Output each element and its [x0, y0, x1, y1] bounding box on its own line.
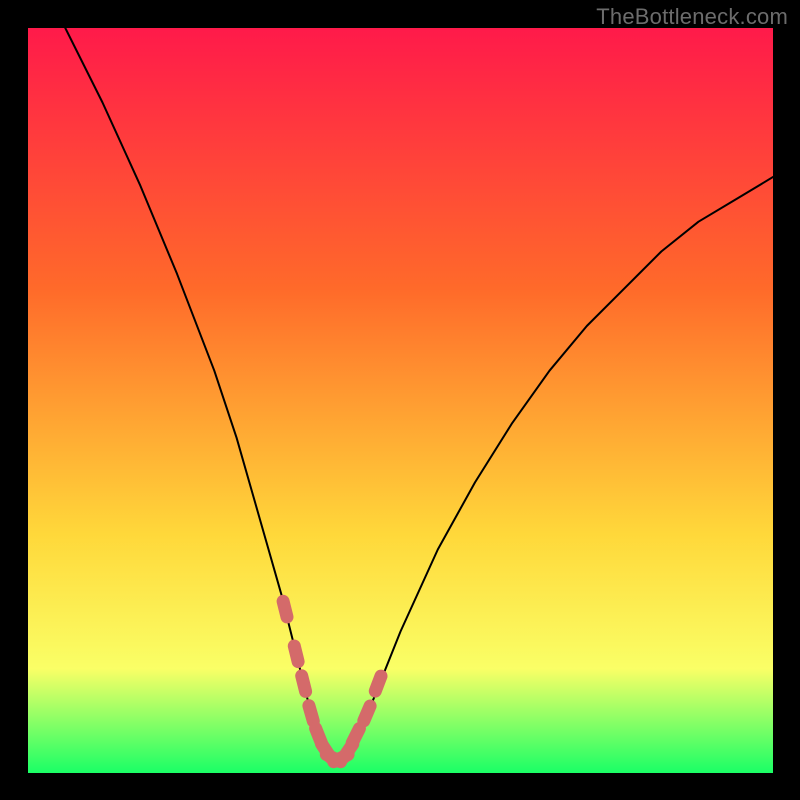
gradient-background: [28, 28, 773, 773]
chart-svg: [28, 28, 773, 773]
optimal-marker: [294, 646, 298, 662]
chart-frame: TheBottleneck.com: [0, 0, 800, 800]
optimal-marker: [302, 676, 306, 692]
optimal-marker: [364, 706, 370, 721]
optimal-marker: [375, 676, 381, 691]
optimal-marker: [283, 601, 287, 617]
optimal-marker: [352, 729, 359, 743]
optimal-marker: [309, 706, 313, 721]
watermark-text: TheBottleneck.com: [596, 4, 788, 30]
plot-area: [28, 28, 773, 773]
